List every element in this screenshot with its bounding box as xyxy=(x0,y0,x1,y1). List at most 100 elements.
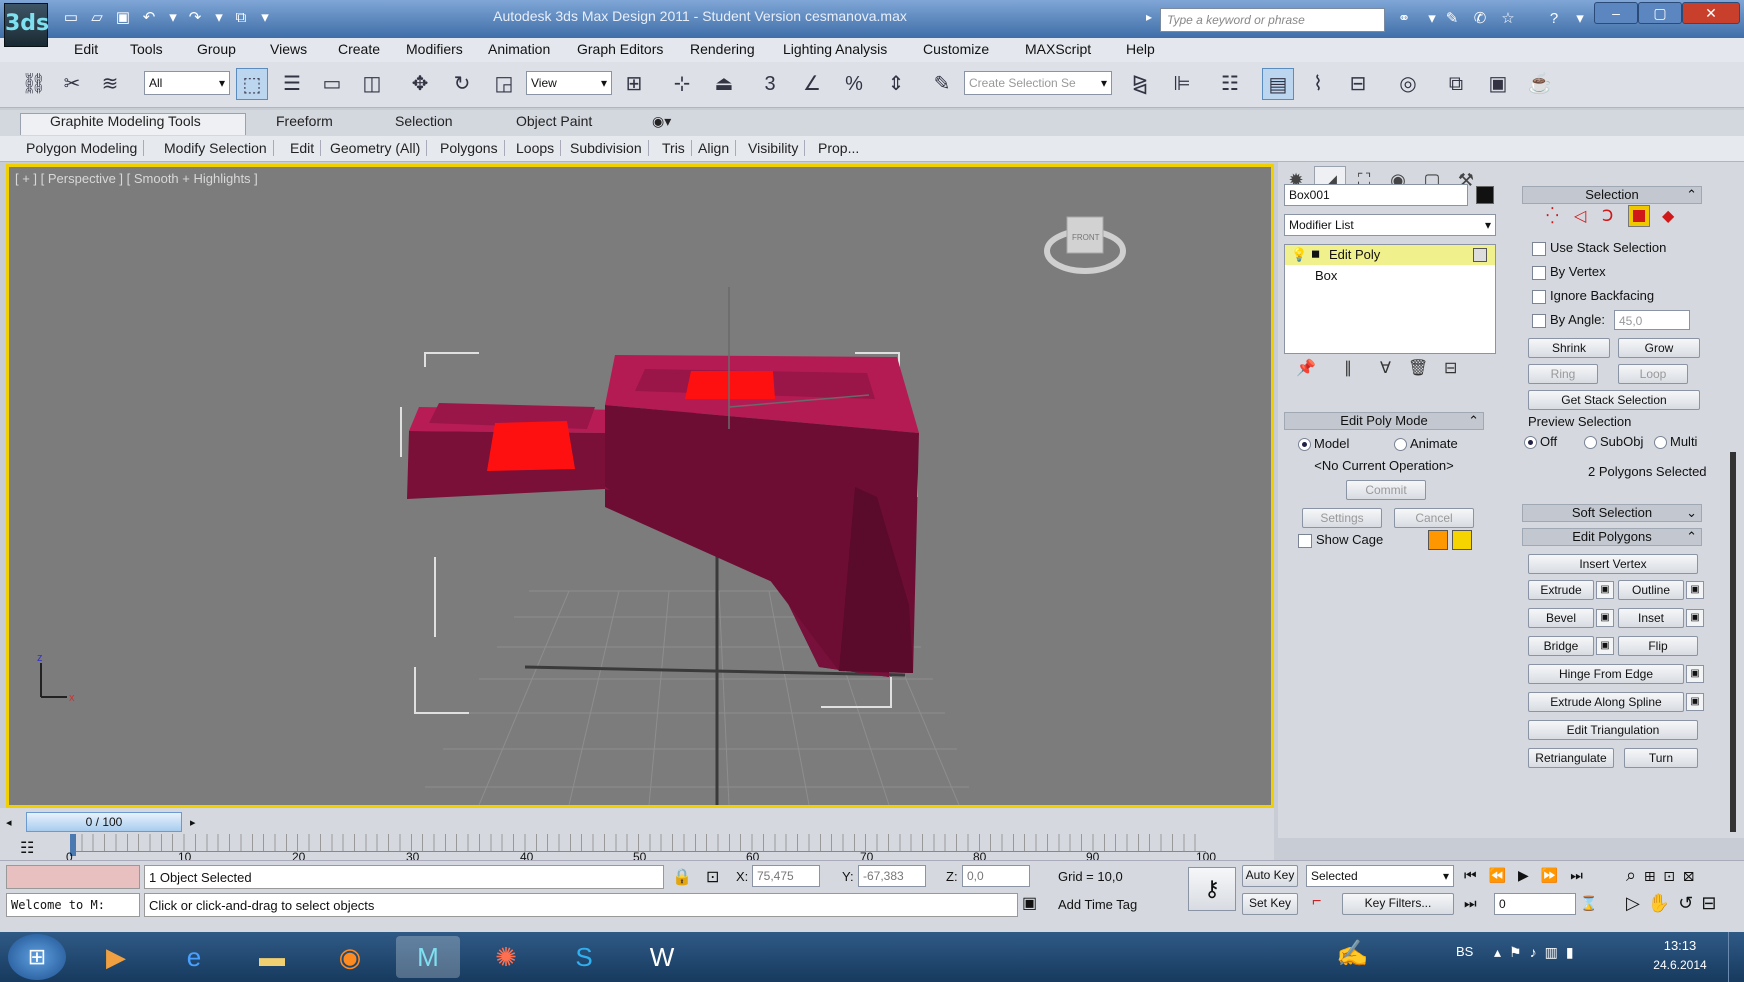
perspective-viewport[interactable]: [ + ] [ Perspective ] [ Smooth + Highlig… xyxy=(6,164,1274,808)
extrude-settings-icon[interactable]: ▣ xyxy=(1596,581,1614,599)
set-key-button[interactable]: Set Key xyxy=(1242,893,1298,915)
object-name-field[interactable]: Box001 xyxy=(1284,184,1468,206)
z-coordinate-field[interactable]: 0,0 xyxy=(962,865,1030,887)
extrude-along-spline-button[interactable]: Extrude Along Spline xyxy=(1528,692,1684,712)
use-stack-checkbox[interactable] xyxy=(1532,242,1546,256)
rendered-frame-window-icon[interactable]: ▣ xyxy=(1482,68,1514,100)
show-end-result-icon[interactable]: ∥ xyxy=(1344,358,1352,378)
percent-snap-icon[interactable]: % xyxy=(838,68,870,100)
render-production-icon[interactable]: ☕ xyxy=(1524,68,1556,100)
minimize-button[interactable]: – xyxy=(1594,2,1638,24)
material-editor-icon[interactable]: ◎ xyxy=(1392,68,1424,100)
open-file-icon[interactable]: ▱ xyxy=(86,7,108,29)
lightbulb-icon[interactable]: 💡 xyxy=(1291,247,1307,263)
named-selection-set-dropdown[interactable]: Create Selection Se ▾ xyxy=(964,71,1112,95)
show-desktop-button[interactable] xyxy=(1728,932,1744,982)
panel-subdivision[interactable]: Subdivision xyxy=(570,140,649,156)
edit-triangulation-button[interactable]: Edit Triangulation xyxy=(1528,720,1698,740)
clock-time[interactable]: 13:13 xyxy=(1648,938,1712,953)
rotate-icon[interactable]: ↻ xyxy=(446,68,478,100)
layer-manager-icon[interactable]: ☷ xyxy=(1214,68,1246,100)
loop-button[interactable]: Loop xyxy=(1618,364,1688,384)
model-radio[interactable] xyxy=(1298,438,1311,451)
maximize-viewport-icon[interactable]: ⊟ xyxy=(1701,893,1724,913)
power-icon[interactable]: ▮ xyxy=(1566,944,1582,960)
subscription-icon[interactable]: ✎ xyxy=(1440,8,1464,30)
shrink-button[interactable]: Shrink xyxy=(1528,338,1610,358)
select-link-icon[interactable]: ⛓ xyxy=(18,68,50,100)
selection-filter-dropdown[interactable]: All ▾ xyxy=(144,71,230,95)
outline-button[interactable]: Outline xyxy=(1618,580,1684,600)
key-mode-toggle-icon[interactable]: ⏭ xyxy=(1464,895,1477,912)
make-unique-icon[interactable]: ∀ xyxy=(1380,358,1391,378)
menu-graph-editors[interactable]: Graph Editors xyxy=(577,41,663,57)
maxscript-listener[interactable]: Welcome to M: xyxy=(6,893,140,917)
add-time-tag-button[interactable]: Add Time Tag xyxy=(1058,897,1137,912)
volume-icon[interactable]: ♪ xyxy=(1530,944,1545,960)
zoom-extents-icon[interactable]: ⊡ xyxy=(1664,865,1683,885)
keyboard-shortcut-override-icon[interactable]: ⏏ xyxy=(708,68,740,100)
pin-stack-icon[interactable]: 📌 xyxy=(1296,358,1316,378)
bevel-settings-icon[interactable]: ▣ xyxy=(1596,609,1614,627)
time-slider-left-icon[interactable]: ◂ xyxy=(6,816,12,829)
modifier-list-dropdown[interactable]: Modifier List ▾ xyxy=(1284,214,1496,236)
file-explorer-icon[interactable]: ▬ xyxy=(240,936,304,978)
skype-icon[interactable]: S xyxy=(552,936,616,978)
play-icon[interactable]: ▶ xyxy=(1518,867,1541,883)
inset-settings-icon[interactable]: ▣ xyxy=(1686,609,1704,627)
3ds-max-task-icon[interactable]: M xyxy=(396,936,460,978)
insert-vertex-button[interactable]: Insert Vertex xyxy=(1528,554,1698,574)
panel-scrollbar[interactable] xyxy=(1730,452,1736,832)
panel-properties[interactable]: Prop... xyxy=(818,140,865,156)
move-icon[interactable]: ✥ xyxy=(404,68,436,100)
app-logo[interactable]: 3ds xyxy=(4,3,49,47)
word-icon[interactable]: W xyxy=(630,936,694,978)
tab-graphite-modeling-tools[interactable]: Graphite Modeling Tools xyxy=(50,113,201,129)
start-button[interactable]: ⊞ xyxy=(8,934,66,980)
undo-icon[interactable]: ↶ xyxy=(138,7,160,29)
extrude-button[interactable]: Extrude xyxy=(1528,580,1594,600)
zoom-icon[interactable]: ⌕ xyxy=(1626,865,1644,885)
menu-views[interactable]: Views xyxy=(270,41,307,57)
bind-space-warp-icon[interactable]: ≋ xyxy=(94,68,126,100)
favorites-icon[interactable]: ☆ xyxy=(1496,8,1520,30)
select-by-name-icon[interactable]: ☰ xyxy=(276,68,308,100)
help-icon[interactable]: ? xyxy=(1542,8,1566,30)
angle-snap-icon[interactable]: ∠ xyxy=(796,68,828,100)
absolute-mode-icon[interactable]: ⊡ xyxy=(706,867,719,887)
get-stack-selection-button[interactable]: Get Stack Selection xyxy=(1528,390,1700,410)
menu-create[interactable]: Create xyxy=(338,41,380,57)
retriangulate-button[interactable]: Retriangulate xyxy=(1528,748,1614,768)
bevel-button[interactable]: Bevel xyxy=(1528,608,1594,628)
graphite-toggle-icon[interactable]: ▤ xyxy=(1262,68,1294,100)
track-bar-toggle-icon[interactable]: ☷ xyxy=(20,838,34,858)
app-orange-icon[interactable]: ✺ xyxy=(474,936,538,978)
by-angle-spinner[interactable]: 45,0 xyxy=(1614,310,1690,330)
configure-modifier-sets-icon[interactable]: ⊟ xyxy=(1444,358,1457,378)
schematic-view-icon[interactable]: ⊟ xyxy=(1342,68,1374,100)
field-of-view-icon[interactable]: ▷ xyxy=(1626,893,1648,913)
previous-frame-icon[interactable]: ⏪ xyxy=(1489,867,1518,883)
by-vertex-checkbox[interactable] xyxy=(1532,266,1546,280)
selection-lock-icon[interactable]: 🔒 xyxy=(672,867,692,887)
select-object-icon[interactable]: ⬚ xyxy=(236,68,268,100)
media-player-icon[interactable]: ▶ xyxy=(84,936,148,978)
time-slider[interactable]: 0 / 100 xyxy=(26,812,182,832)
selection-rollout-header[interactable]: Selection ⌃ xyxy=(1522,186,1702,204)
maxscript-listener-top[interactable] xyxy=(6,865,140,889)
select-manipulate-icon[interactable]: ⊹ xyxy=(666,68,698,100)
redo-dropdown-icon[interactable]: ▾ xyxy=(208,7,230,29)
turn-button[interactable]: Turn xyxy=(1624,748,1698,768)
curve-editor-icon[interactable]: ⌇ xyxy=(1302,68,1334,100)
menu-rendering[interactable]: Rendering xyxy=(690,41,755,57)
clock-date[interactable]: 24.6.2014 xyxy=(1648,958,1712,972)
go-to-end-icon[interactable]: ⏭ xyxy=(1570,867,1595,883)
x-coordinate-field[interactable]: 75,475 xyxy=(752,865,820,887)
menu-modifiers[interactable]: Modifiers xyxy=(406,41,463,57)
by-angle-checkbox[interactable] xyxy=(1532,314,1546,328)
panel-geometry[interactable]: Geometry (All) xyxy=(330,140,428,156)
tray-arrow-icon[interactable]: ▴ xyxy=(1494,944,1509,960)
cancel-button[interactable]: Cancel xyxy=(1394,508,1474,528)
undo-dropdown-icon[interactable]: ▾ xyxy=(162,7,184,29)
hinge-settings-icon[interactable]: ▣ xyxy=(1686,665,1704,683)
